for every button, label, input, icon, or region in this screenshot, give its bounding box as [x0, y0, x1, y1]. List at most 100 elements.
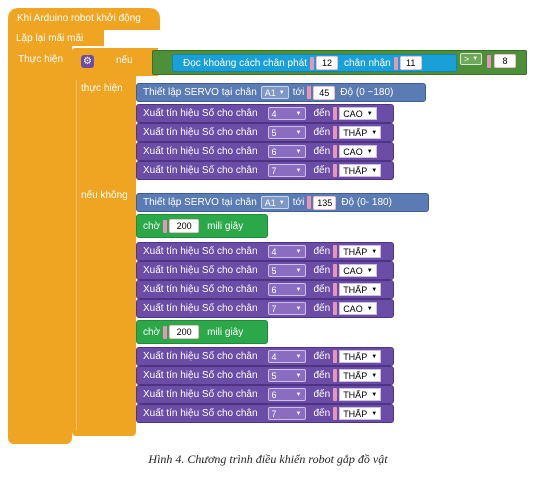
pin-dropdown[interactable]: 5 ▼: [267, 369, 306, 382]
state-dropdown[interactable]: THẤP ▼: [339, 283, 382, 296]
if-block-inner-edge: [76, 80, 77, 430]
chevron-down-icon: ▼: [295, 110, 302, 117]
pin-dropdown[interactable]: 6 ▼: [267, 283, 306, 296]
state-dropdown[interactable]: CAO ▼: [339, 264, 377, 277]
wait-block[interactable]: chờ 200 mili giây: [136, 214, 268, 238]
pin-dropdown[interactable]: 7 ▼: [267, 164, 306, 177]
servo-pin: A1: [264, 197, 276, 208]
digital-write-block[interactable]: Xuất tín hiệu Số cho chân 7 ▼ đến THẤP ▼: [136, 404, 394, 423]
servo-angle-field[interactable]: 135: [313, 195, 337, 210]
compare-value-field[interactable]: 8: [494, 54, 516, 68]
to-label: đến: [313, 108, 331, 119]
state-dropdown[interactable]: CAO ▼: [339, 107, 377, 120]
state-value: THẤP: [343, 351, 368, 362]
forever-loop-arm: [8, 46, 72, 444]
digital-write-block[interactable]: Xuất tín hiệu Số cho chân 5 ▼ đến THẤP ▼: [136, 123, 394, 142]
digital-write-label: Xuất tín hiệu Số cho chân: [143, 351, 258, 362]
wait-label: chờ: [143, 220, 161, 232]
state-dropdown[interactable]: THẤP ▼: [339, 388, 382, 401]
digital-write-block[interactable]: Xuất tín hiệu Số cho chân 7 ▼ đến THẤP ▼: [136, 161, 394, 180]
chevron-down-icon: ▼: [366, 305, 373, 312]
state-dropdown[interactable]: THẤP ▼: [339, 407, 382, 420]
compare-operator-dropdown[interactable]: > ▼: [460, 53, 483, 65]
state-dropdown[interactable]: THẤP ▼: [339, 126, 382, 139]
else-label: nếu không: [81, 190, 128, 201]
wait-value-field[interactable]: 200: [169, 325, 200, 339]
chevron-down-icon: ▼: [371, 353, 378, 360]
digital-write-block[interactable]: Xuất tín hiệu Số cho chân 5 ▼ đến CAO ▼: [136, 261, 394, 280]
pin-dropdown[interactable]: 4 ▼: [267, 107, 306, 120]
chevron-down-icon: ▼: [295, 267, 302, 274]
state-value: CAO: [343, 108, 363, 119]
chevron-down-icon: ▼: [278, 199, 285, 206]
forever-loop-block[interactable]: Lặp lại mãi mãi: [8, 30, 104, 46]
digital-write-block[interactable]: Xuất tín hiệu Số cho chân 4 ▼ đến THẤP ▼: [136, 242, 394, 261]
servo-pin-dropdown[interactable]: A1 ▼: [260, 196, 289, 209]
digital-write-block[interactable]: Xuất tín hiệu Số cho chân 5 ▼ đến THẤP ▼: [136, 366, 394, 385]
compare-operator: >: [464, 54, 470, 64]
servo-pin-dropdown[interactable]: A1 ▼: [260, 86, 289, 99]
state-value: THẤP: [343, 165, 368, 176]
state-dropdown[interactable]: THẤP ▼: [339, 369, 382, 382]
distance-label: Đọc khoảng cách chân phát: [183, 57, 307, 69]
forever-loop-label: Lặp lại mãi mãi: [16, 33, 84, 44]
chevron-down-icon: ▼: [371, 391, 378, 398]
pin-dropdown[interactable]: 6 ▼: [267, 145, 306, 158]
servo-block-2[interactable]: Thiết lập SERVO tại chân A1 ▼ tới 135 Độ…: [136, 193, 429, 212]
digital-write-block[interactable]: Xuất tín hiệu Số cho chân 4 ▼ đến CAO ▼: [136, 104, 394, 123]
state-dropdown[interactable]: CAO ▼: [339, 145, 377, 158]
pin-dropdown[interactable]: 6 ▼: [267, 388, 306, 401]
digital-write-label: Xuất tín hiệu Số cho chân: [143, 284, 258, 295]
state-value: THẤP: [343, 408, 368, 419]
state-dropdown[interactable]: THẤP ▼: [339, 245, 382, 258]
chevron-down-icon: ▼: [371, 286, 378, 293]
to-label: đến: [313, 303, 331, 314]
pin-value: 5: [271, 127, 277, 138]
pin-dropdown[interactable]: 7 ▼: [267, 407, 306, 420]
servo-unit-label: Độ (0 ~180): [340, 87, 394, 98]
state-value: CAO: [343, 265, 363, 276]
wait-value-field[interactable]: 200: [169, 219, 200, 233]
digital-write-block[interactable]: Xuất tín hiệu Số cho chân 7 ▼ đến CAO ▼: [136, 299, 394, 318]
to-label: đến: [313, 265, 331, 276]
servo-to-label: tới: [292, 197, 305, 208]
figure-caption: Hình 4. Chương trình điều khiển robot gắ…: [148, 452, 388, 466]
chevron-down-icon: ▼: [371, 410, 378, 417]
pin-dropdown[interactable]: 5 ▼: [267, 264, 306, 277]
digital-write-block[interactable]: Xuất tín hiệu Số cho chân 6 ▼ đến CAO ▼: [136, 142, 394, 161]
servo-label: Thiết lập SERVO tại chân: [143, 87, 257, 98]
hat-block[interactable]: Khi Arduino robot khởi động: [8, 8, 160, 30]
pin-dropdown[interactable]: 7 ▼: [267, 302, 306, 315]
to-label: đến: [313, 408, 331, 419]
pin-dropdown[interactable]: 5 ▼: [267, 126, 306, 139]
pin-dropdown[interactable]: 4 ▼: [267, 350, 306, 363]
pin-dropdown[interactable]: 4 ▼: [267, 245, 306, 258]
digital-write-block[interactable]: Xuất tín hiệu Số cho chân 6 ▼ đến THẤP ▼: [136, 385, 394, 404]
echo-pin-field[interactable]: 11: [399, 56, 422, 70]
gear-icon[interactable]: ⚙: [81, 55, 94, 68]
state-value: CAO: [343, 146, 363, 157]
distance-sensor-block[interactable]: Đọc khoảng cách chân phát 12 chân nhận 1…: [172, 54, 457, 72]
chevron-down-icon: ▼: [295, 391, 302, 398]
to-label: đến: [313, 165, 331, 176]
servo-angle-field[interactable]: 45: [313, 85, 336, 100]
pin-value: 7: [271, 165, 277, 176]
state-dropdown[interactable]: CAO ▼: [339, 302, 377, 315]
pin-value: 5: [271, 265, 277, 276]
digital-write-block[interactable]: Xuất tín hiệu Số cho chân 4 ▼ đến THẤP ▼: [136, 347, 394, 366]
servo-block-1[interactable]: Thiết lập SERVO tại chân A1 ▼ tới 45 Độ …: [136, 83, 426, 102]
chevron-down-icon: ▼: [371, 248, 378, 255]
echo-label: chân nhận: [343, 57, 391, 69]
state-value: CAO: [343, 303, 363, 314]
state-dropdown[interactable]: THẤP ▼: [339, 350, 382, 363]
digital-write-block[interactable]: Xuất tín hiệu Số cho chân 6 ▼ đến THẤP ▼: [136, 280, 394, 299]
state-dropdown[interactable]: THẤP ▼: [339, 164, 382, 177]
wait-unit-label: mili giây: [207, 220, 244, 232]
pin-value: 4: [271, 246, 277, 257]
trig-pin-field[interactable]: 12: [315, 56, 338, 70]
digital-write-label: Xuất tín hiệu Số cho chân: [143, 408, 258, 419]
state-value: THẤP: [343, 127, 368, 138]
wait-block[interactable]: chờ 200 mili giây: [136, 320, 268, 344]
pin-value: 6: [271, 389, 277, 400]
digital-write-label: Xuất tín hiệu Số cho chân: [143, 389, 258, 400]
